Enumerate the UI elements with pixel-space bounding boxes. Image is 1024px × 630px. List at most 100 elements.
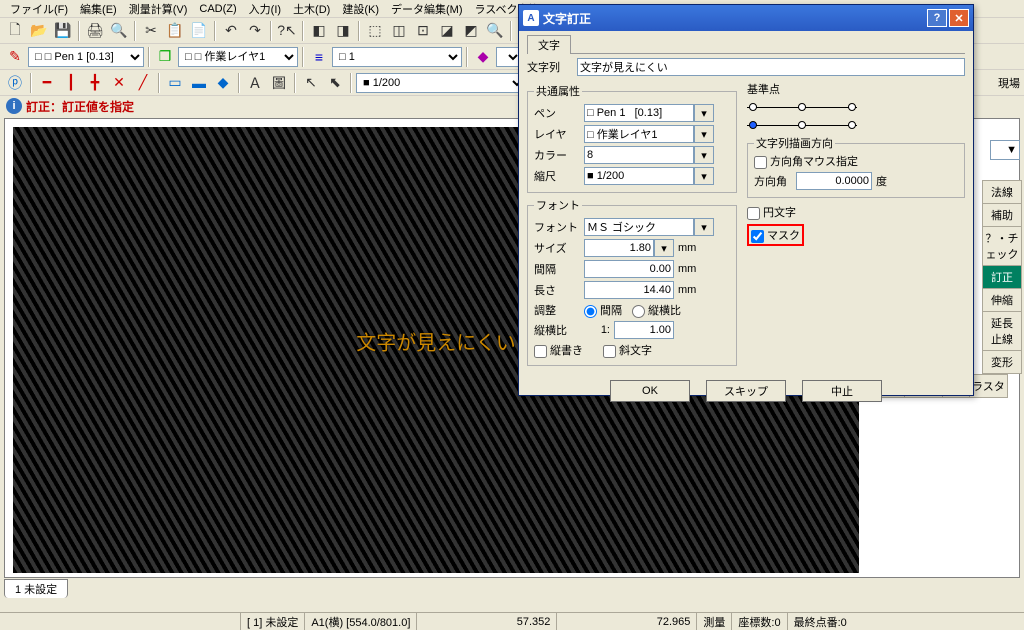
dialog-titlebar[interactable]: A 文字訂正 ? ✕: [519, 5, 973, 31]
line-tool-icon[interactable]: ━: [36, 72, 58, 94]
menu-input[interactable]: 入力(I): [243, 0, 287, 18]
redo-icon[interactable]: ↷: [244, 20, 266, 42]
adj-radio-ratio[interactable]: 縦横比: [632, 302, 681, 318]
italic-check[interactable]: 斜文字: [603, 342, 652, 358]
ratio-label: 縦横比: [534, 322, 584, 338]
len-input[interactable]: [584, 281, 674, 299]
linetype-icon[interactable]: ≡: [308, 46, 330, 68]
tool-h-icon[interactable]: 🔍: [484, 20, 506, 42]
menu-civil[interactable]: 土木(D): [287, 0, 336, 18]
pen-icon[interactable]: ✎: [4, 46, 26, 68]
canvas-sample-text: 文字が見えにくい: [356, 327, 516, 356]
color-input[interactable]: [584, 146, 694, 164]
status-bar: [ 1] 未設定 A1(横) [554.0/801.0] 57.352 72.9…: [0, 612, 1024, 630]
tool-f-icon[interactable]: ◪: [436, 20, 458, 42]
adj-radio-gap[interactable]: 間隔: [584, 302, 622, 318]
side-btn-assist[interactable]: 補助: [983, 204, 1022, 227]
skip-button[interactable]: スキップ: [706, 380, 786, 402]
new-icon[interactable]: 🗋: [4, 20, 26, 42]
menu-file[interactable]: ファイル(F): [4, 0, 74, 18]
paste-icon[interactable]: 📄: [188, 20, 210, 42]
cross-tool-icon[interactable]: ╋: [84, 72, 106, 94]
undo-icon[interactable]: ↶: [220, 20, 242, 42]
rect1-tool-icon[interactable]: ▭: [164, 72, 186, 94]
side-btn-extend[interactable]: 延長 止線: [983, 312, 1022, 351]
x-tool-icon[interactable]: ✕: [108, 72, 130, 94]
side-btn-edit[interactable]: 訂正: [983, 266, 1022, 289]
page-tab-1[interactable]: 1 未設定: [4, 579, 68, 598]
size-input[interactable]: [584, 239, 654, 257]
side-btn-stretch[interactable]: 伸縮: [983, 289, 1022, 312]
side-dropdown[interactable]: ▼: [990, 140, 1020, 160]
size-dropdown-icon[interactable]: ▾: [654, 239, 674, 257]
text-field-input[interactable]: [577, 58, 965, 76]
open-icon[interactable]: 📂: [28, 20, 50, 42]
circle-text-check[interactable]: 円文字: [747, 207, 796, 219]
mask-check[interactable]: マスク: [751, 227, 800, 243]
text-a-icon[interactable]: Ａ: [244, 72, 266, 94]
cut-icon[interactable]: ✂: [140, 20, 162, 42]
pmark-icon[interactable]: ⓟ: [4, 72, 26, 94]
side-btn-houline[interactable]: 法線: [983, 181, 1022, 204]
tool-g-icon[interactable]: ◩: [460, 20, 482, 42]
layer-dropdown-icon[interactable]: ▾: [694, 125, 714, 143]
color-dropdown-icon[interactable]: ▾: [694, 146, 714, 164]
ratio-input[interactable]: [614, 321, 674, 339]
vertical-check[interactable]: 縦書き: [534, 342, 583, 358]
ok-button[interactable]: OK: [610, 380, 690, 402]
dir-angle-input[interactable]: [796, 172, 872, 190]
menu-data[interactable]: データ編集(M): [385, 0, 469, 18]
side-btn-check[interactable]: ？・チェック: [983, 227, 1022, 266]
side-btn-raster[interactable]: ラスタ: [970, 375, 1008, 398]
scale-select[interactable]: ■ 1/200: [356, 73, 526, 93]
tool-c-icon[interactable]: ⬚: [364, 20, 386, 42]
vline-tool-icon[interactable]: ┃: [60, 72, 82, 94]
refpt-label: 基準点: [747, 81, 965, 97]
rect3-tool-icon[interactable]: ◆: [212, 72, 234, 94]
dialog-icon: A: [523, 10, 539, 26]
font-dropdown-icon[interactable]: ▾: [694, 218, 714, 236]
diag-tool-icon[interactable]: ╱: [132, 72, 154, 94]
help-cursor-icon[interactable]: ?↖: [276, 20, 298, 42]
text-b-icon[interactable]: 圖: [268, 72, 290, 94]
dialog-close-button[interactable]: ✕: [949, 9, 969, 27]
tool-b-icon[interactable]: ◨: [332, 20, 354, 42]
common-props-group: 共通属性 ペン ▾ レイヤ ▾ カラー ▾ 縮尺 ▾: [527, 83, 737, 193]
arrow-icon[interactable]: ↖: [300, 72, 322, 94]
tool-d-icon[interactable]: ◫: [388, 20, 410, 42]
page-tabs: 1 未設定: [0, 578, 1024, 598]
gap-input[interactable]: [584, 260, 674, 278]
scale-dropdown-icon[interactable]: ▾: [694, 167, 714, 185]
menu-edit[interactable]: 編集(E): [74, 0, 123, 18]
copy-icon[interactable]: 📋: [164, 20, 186, 42]
dialog-help-button[interactable]: ?: [927, 9, 947, 27]
dir-mouse-check[interactable]: 方向角マウス指定: [754, 156, 858, 168]
dialog-tab-text[interactable]: 文字: [527, 35, 571, 54]
rect2-tool-icon[interactable]: ▬: [188, 72, 210, 94]
arrow2-icon[interactable]: ⬉: [324, 72, 346, 94]
menu-const[interactable]: 建設(K): [336, 0, 385, 18]
pen-dropdown-icon[interactable]: ▾: [694, 104, 714, 122]
tool-a-icon[interactable]: ◧: [308, 20, 330, 42]
layer-icon[interactable]: ❐: [154, 46, 176, 68]
preview-icon[interactable]: 🔍: [108, 20, 130, 42]
size-label: サイズ: [534, 240, 584, 256]
font-label: フォント: [534, 219, 584, 235]
layer-input[interactable]: [584, 125, 694, 143]
linetype-select[interactable]: □ 1: [332, 47, 462, 67]
cancel-button[interactable]: 中止: [802, 380, 882, 402]
menu-calc[interactable]: 測量計算(V): [123, 0, 194, 18]
refpt-grid[interactable]: [747, 101, 857, 131]
menu-cad[interactable]: CAD(Z): [193, 2, 242, 16]
pen-select[interactable]: □ □ Pen 1 [0.13]: [28, 47, 144, 67]
direction-group: 文字列描画方向 方向角マウス指定 方向角 度: [747, 135, 965, 198]
scale-input[interactable]: [584, 167, 694, 185]
layer-select[interactable]: □ □ 作業レイヤ1: [178, 47, 298, 67]
color-icon[interactable]: ◆: [472, 46, 494, 68]
save-icon[interactable]: 💾: [52, 20, 74, 42]
pen-input[interactable]: [584, 104, 694, 122]
print-icon[interactable]: 🖨: [84, 20, 106, 42]
font-input[interactable]: [584, 218, 694, 236]
side-btn-deform[interactable]: 変形: [983, 351, 1022, 374]
tool-e-icon[interactable]: ⊡: [412, 20, 434, 42]
